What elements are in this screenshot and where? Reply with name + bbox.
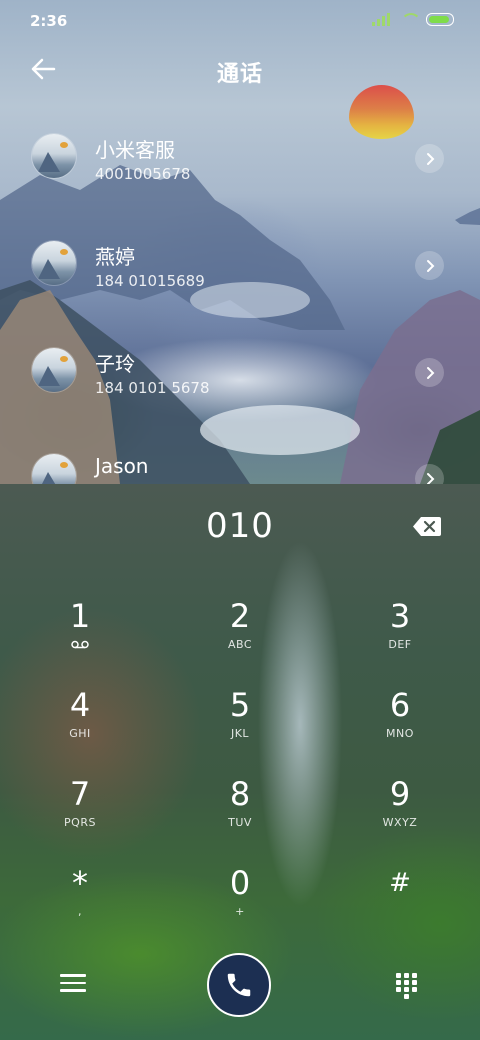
contact-name: Jason	[95, 454, 149, 478]
battery-icon	[426, 12, 454, 26]
dialed-number: 010	[206, 506, 274, 546]
signal-icon	[372, 12, 392, 26]
key-letters: ,	[78, 905, 82, 918]
key-6[interactable]: 6 MNO	[340, 687, 460, 767]
key-digit: 9	[389, 775, 411, 813]
contact-detail-button[interactable]	[415, 144, 444, 173]
chevron-right-icon	[426, 366, 434, 379]
key-3[interactable]: 3 DEF	[340, 598, 460, 678]
key-letters: WXYZ	[382, 816, 418, 829]
contact-row[interactable]: Jason	[0, 440, 480, 484]
chevron-right-icon	[426, 472, 434, 484]
chevron-right-icon	[426, 152, 434, 165]
keypad-toggle-button[interactable]	[396, 973, 420, 999]
contact-number: 4001005678	[95, 165, 191, 183]
key-7[interactable]: 7 PQRS	[20, 776, 140, 856]
contact-row[interactable]: 燕婷 184 01015689	[0, 227, 480, 313]
key-digit: 3	[389, 597, 411, 635]
key-letters: GHI	[69, 727, 91, 740]
key-digit: 2	[229, 597, 251, 635]
key-letters: +	[235, 905, 245, 918]
key-digit: 8	[229, 775, 251, 813]
key-digit: *	[72, 864, 88, 902]
contact-avatar	[32, 348, 76, 392]
status-icons	[372, 12, 454, 26]
key-digit: 0	[229, 864, 251, 902]
key-digit: 5	[229, 686, 251, 724]
key-letters: ABC	[227, 638, 253, 651]
contact-detail-button[interactable]	[415, 358, 444, 387]
contact-number: 184 0101 5678	[95, 379, 210, 397]
backspace-button[interactable]	[412, 516, 442, 537]
key-letters: PQRS	[64, 816, 96, 829]
status-bar: 2:36	[0, 0, 480, 40]
key-digit: 4	[69, 686, 91, 724]
page-title: 通话	[216, 62, 263, 87]
contact-list[interactable]: 小米客服 4001005678 燕婷 184 01015689 子玲 184 0…	[0, 120, 480, 484]
backspace-icon	[413, 517, 441, 536]
chevron-right-icon	[426, 259, 434, 272]
contact-row[interactable]: 小米客服 4001005678	[0, 120, 480, 206]
key-digit: #	[389, 868, 411, 898]
key-letters	[340, 905, 460, 917]
contact-avatar	[32, 454, 76, 484]
key-letters: TUV	[228, 816, 252, 829]
key-letters: DEF	[388, 638, 412, 651]
contact-number: 184 01015689	[95, 272, 205, 290]
menu-button[interactable]	[60, 974, 86, 996]
key-0[interactable]: 0 +	[180, 865, 300, 945]
key-2[interactable]: 2 ABC	[180, 598, 300, 678]
key-hash[interactable]: #	[340, 865, 460, 945]
menu-icon	[60, 974, 86, 992]
contact-avatar	[32, 241, 76, 285]
wifi-icon	[400, 12, 418, 26]
key-digit: 7	[69, 775, 91, 813]
contact-name: 子玲	[95, 352, 135, 376]
key-digit: 6	[389, 686, 411, 724]
key-star[interactable]: * ,	[20, 865, 140, 945]
contact-name: 小米客服	[95, 138, 175, 162]
key-letters: MNO	[386, 727, 414, 740]
key-9[interactable]: 9 WXYZ	[340, 776, 460, 856]
voicemail-icon	[71, 640, 89, 649]
key-4[interactable]: 4 GHI	[20, 687, 140, 767]
key-5[interactable]: 5 JKL	[180, 687, 300, 767]
contact-name: 燕婷	[95, 245, 135, 269]
key-digit: 1	[69, 597, 91, 635]
key-8[interactable]: 8 TUV	[180, 776, 300, 856]
contact-avatar	[32, 134, 76, 178]
contact-detail-button[interactable]	[415, 251, 444, 280]
key-1[interactable]: 1	[20, 598, 140, 678]
key-letters: JKL	[230, 727, 250, 740]
status-time: 2:36	[30, 12, 68, 30]
contact-detail-button[interactable]	[415, 464, 444, 484]
call-button[interactable]	[207, 953, 271, 1017]
phone-icon	[227, 973, 251, 997]
contact-row[interactable]: 子玲 184 0101 5678	[0, 334, 480, 420]
